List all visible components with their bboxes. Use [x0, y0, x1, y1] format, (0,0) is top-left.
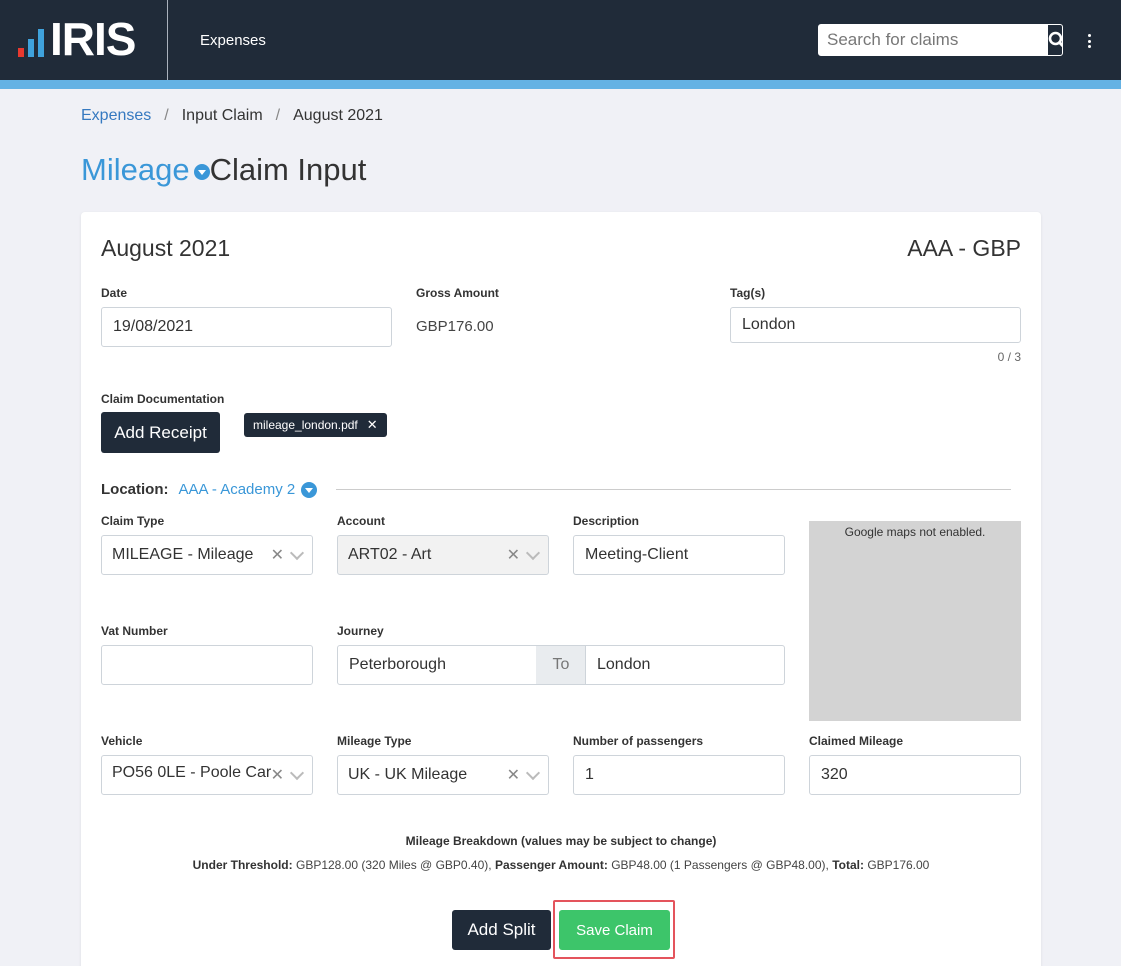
account-label: Account — [337, 514, 385, 528]
vat-number-label: Vat Number — [101, 624, 168, 638]
journey-to-input[interactable]: London — [585, 645, 785, 685]
total-label: Total: — [832, 858, 864, 872]
breadcrumb-separator: / — [164, 107, 169, 124]
vehicle-value: PO56 0LE - Poole Car — [112, 764, 272, 781]
tags-label: Tag(s) — [730, 286, 766, 300]
tags-input[interactable]: London — [730, 307, 1021, 343]
under-threshold-value: GBP128.00 (320 Miles @ GBP0.40), — [295, 858, 492, 872]
top-navbar: IRIS Expenses — [0, 0, 1121, 80]
chevron-down-icon[interactable] — [525, 545, 541, 560]
logo-text: IRIS — [50, 13, 136, 65]
location-value[interactable]: AAA - Academy 2 — [179, 481, 296, 498]
location-label: Location: — [101, 481, 169, 498]
location-divider — [336, 489, 1011, 490]
breadcrumb-expenses[interactable]: Expenses — [81, 107, 151, 125]
claim-type-select[interactable]: MILEAGE - Mileage ✕ — [101, 535, 313, 575]
nav-expenses-link[interactable]: Expenses — [200, 32, 266, 49]
tags-counter: 0 / 3 — [997, 350, 1021, 364]
date-label: Date — [101, 286, 128, 300]
clear-icon[interactable]: ✕ — [507, 545, 520, 565]
journey-to-addon: To — [536, 645, 586, 685]
search-button[interactable] — [1048, 25, 1062, 55]
journey-from-input[interactable]: Peterborough — [337, 645, 537, 685]
passenger-amount-label: Passenger Amount: — [494, 858, 608, 872]
journey-label: Journey — [337, 624, 384, 638]
claim-period-title: August 2021 — [101, 235, 231, 261]
navbar-divider — [167, 0, 168, 80]
mileage-type-label: Mileage Type — [337, 734, 412, 748]
page-title-text: Claim Input — [209, 152, 367, 187]
attached-file-chip: mileage_london.pdf ✕ — [244, 413, 387, 437]
claim-card: August 2021 AAA - GBP Date 19/08/2021 Gr… — [81, 212, 1041, 966]
clear-icon[interactable]: ✕ — [271, 545, 284, 565]
chevron-down-icon[interactable] — [525, 765, 541, 780]
location-selector: Location: AAA - Academy 2 — [101, 481, 318, 498]
chevron-down-icon[interactable] — [289, 545, 305, 560]
account-value: ART02 - Art — [348, 546, 432, 563]
passengers-input[interactable]: 1 — [573, 755, 785, 795]
claim-currency: AAA - GBP — [907, 235, 1021, 261]
under-threshold-label: Under Threshold: — [192, 858, 293, 872]
vehicle-select[interactable]: PO56 0LE - Poole Car ✕ — [101, 755, 313, 795]
search-box — [818, 24, 1063, 56]
clear-icon[interactable]: ✕ — [271, 765, 284, 785]
description-input[interactable]: Meeting-Client — [573, 535, 785, 575]
attached-file-name[interactable]: mileage_london.pdf — [253, 418, 358, 432]
gross-amount-label: Gross Amount — [416, 286, 499, 300]
logo-bars-icon — [18, 29, 44, 61]
breadcrumb-current: August 2021 — [293, 107, 383, 124]
claimed-mileage-label: Claimed Mileage — [809, 734, 904, 748]
chevron-down-icon[interactable] — [193, 164, 210, 180]
search-icon — [1048, 31, 1062, 48]
account-select[interactable]: ART02 - Art ✕ — [337, 535, 549, 575]
add-split-button[interactable]: Add Split — [452, 910, 551, 950]
claim-type-value: MILEAGE - Mileage — [112, 546, 254, 563]
total-value: GBP176.00 — [867, 858, 930, 872]
date-field[interactable]: 19/08/2021 — [101, 307, 392, 347]
vehicle-label: Vehicle — [101, 734, 143, 748]
passengers-label: Number of passengers — [573, 734, 704, 748]
chevron-down-icon[interactable] — [289, 765, 305, 780]
search-input[interactable] — [819, 25, 1048, 55]
passenger-amount-value: GBP48.00 (1 Passengers @ GBP48.00), — [611, 858, 829, 872]
mileage-breakdown: Under Threshold: GBP128.00 (320 Miles @ … — [81, 858, 1041, 872]
description-label: Description — [573, 514, 640, 528]
remove-file-icon[interactable]: ✕ — [367, 417, 378, 433]
mileage-breakdown-title: Mileage Breakdown (values may be subject… — [405, 834, 717, 848]
mileage-type-value: UK - UK Mileage — [348, 766, 468, 783]
page-title: Mileage Claim Input — [81, 152, 366, 188]
breadcrumb: Expenses / Input Claim / August 2021 — [81, 107, 383, 125]
breadcrumb-input-claim: Input Claim — [181, 107, 263, 124]
add-receipt-button[interactable]: Add Receipt — [101, 412, 220, 453]
more-menu-icon[interactable] — [1081, 32, 1097, 50]
claim-type-switcher[interactable]: Mileage — [81, 152, 190, 188]
clear-icon[interactable]: ✕ — [507, 765, 520, 785]
mileage-type-select[interactable]: UK - UK Mileage ✕ — [337, 755, 549, 795]
iris-logo[interactable]: IRIS — [18, 13, 150, 65]
claim-type-label: Claim Type — [101, 514, 165, 528]
navbar-accent-stripe — [0, 80, 1121, 89]
save-claim-highlight — [553, 900, 675, 959]
map-placeholder: Google maps not enabled. — [809, 521, 1021, 721]
claim-documentation-label: Claim Documentation — [101, 392, 225, 406]
vat-number-input[interactable] — [101, 645, 313, 685]
gross-amount-value: GBP176.00 — [416, 318, 494, 335]
claimed-mileage-input[interactable]: 320 — [809, 755, 1021, 795]
breadcrumb-separator: / — [275, 107, 281, 124]
chevron-down-icon[interactable] — [301, 481, 318, 498]
